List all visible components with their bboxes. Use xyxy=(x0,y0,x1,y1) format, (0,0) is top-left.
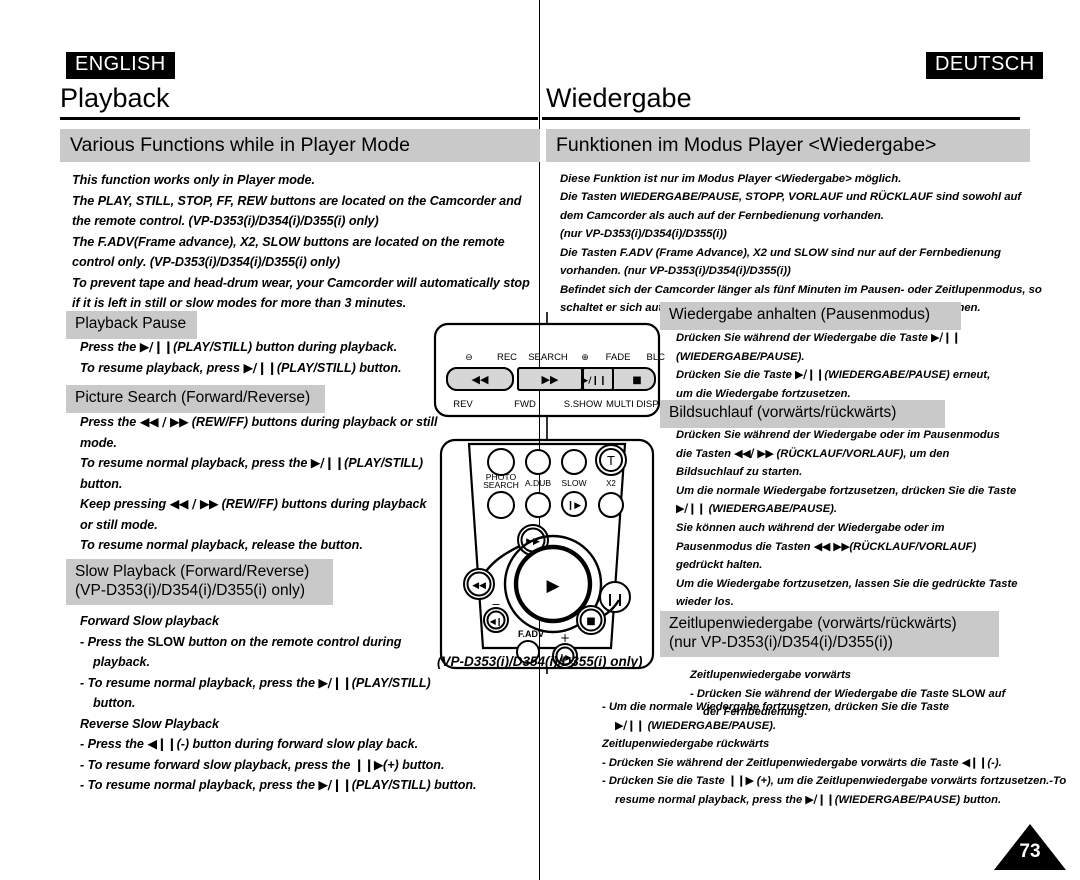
intro-paragraph-english: This function works only in Player mode.… xyxy=(72,173,530,311)
play-still-icon: ▶/❙❙ xyxy=(676,502,706,516)
zeitlupe-vorwaerts-heading: Zeitlupenwiedergabe vorwärts xyxy=(690,669,852,681)
rev-label: REV xyxy=(453,399,473,410)
language-tag-english: ENGLISH xyxy=(66,52,175,79)
reverse-slow-icon: ◀❙❙ xyxy=(961,755,988,769)
subsection-title-slow-playback: Slow Playback (Forward/Reverse) (VP-D353… xyxy=(66,559,333,606)
list-item: - Press the ◀❙❙(-) button during forward… xyxy=(80,736,419,752)
multi-disp-label: MULTI DISP. xyxy=(606,399,660,410)
list-item: - To resume forward slow playback, press… xyxy=(80,756,445,772)
forward-slow-heading: Forward Slow playback xyxy=(80,614,219,628)
play-still-icon: ▶/❙❙ xyxy=(794,368,825,382)
forward-slow-icon: ❙❙▶ xyxy=(353,756,384,772)
rew-ff-icon: ◀◀ / ▶▶ xyxy=(169,496,219,512)
list-item: - To resume normal playback, press the ▶… xyxy=(80,777,477,793)
list-item: - Drücken Sie während der Zeitlupenwiede… xyxy=(602,755,1002,769)
adub-label: A.DUB xyxy=(525,478,552,488)
rew-ff-icon: ◀◀ / ▶▶ xyxy=(139,414,189,429)
subsection-title-zeitlupenwiedergabe: Zeitlupenwiedergabe (vorwärts/rückwärts)… xyxy=(660,611,999,658)
playback-pause-body: Press the ▶/❙❙(PLAY/STILL) button during… xyxy=(80,339,402,375)
slow-playback-body: Forward Slow playback - Press the SLOW b… xyxy=(80,611,480,796)
slow-play-icon: ❙▶ xyxy=(567,501,582,511)
subsection-title-wiedergabe-anhalten: Wiedergabe anhalten (Pausenmodus) xyxy=(660,302,961,330)
adub-button xyxy=(525,449,551,475)
rev-button-icon: ◀◀ xyxy=(472,373,489,386)
manual-page: ENGLISH Playback Various Functions while… xyxy=(0,0,1080,880)
sshow-label: S.SHOW xyxy=(564,399,603,410)
x2-button xyxy=(598,492,624,518)
subsection-title-bildsuchlauf: Bildsuchlauf (vorwärts/rückwärts) xyxy=(660,400,945,428)
bildsuchlauf-body: Drücken Sie während der Wiedergabe oder … xyxy=(676,429,1018,609)
play-still-icon: ▶/❙❙ xyxy=(931,331,961,344)
list-item: - Press the SLOW button on the remote co… xyxy=(80,634,402,649)
section-title-german: Funktionen im Modus Player <Wiedergabe> xyxy=(546,129,1030,163)
fwd-label: FWD xyxy=(514,399,536,410)
header-rule-right xyxy=(542,117,1020,120)
fadv-label: F.ADV xyxy=(518,629,544,639)
photo-search-label-2: SEARCH xyxy=(483,480,519,490)
chapter-title-german: Wiedergabe xyxy=(546,83,692,113)
adub-button-2 xyxy=(525,492,551,518)
play-still-icon: ▶/❙❙ xyxy=(615,718,645,732)
list-item: - To resume normal playback, press the ▶… xyxy=(80,674,431,690)
play-button-icon: ▶ xyxy=(546,576,560,596)
fwd-button-icon: ▶▶ xyxy=(542,373,559,386)
sshow-button-icon: ▶/❙❙ xyxy=(581,376,606,386)
play-still-icon: ▶/❙❙ xyxy=(243,359,277,375)
page-number-badge: 73 xyxy=(994,824,1066,870)
rec-search-label-top2: SEARCH xyxy=(528,352,568,363)
forward-slow-icon: ❙❙▶ xyxy=(727,774,754,788)
zeitlupe-rueckwaerts-heading: Zeitlupenwiedergabe rückwärts xyxy=(602,738,770,751)
play-still-icon: ▶/❙❙ xyxy=(318,777,352,793)
zoom-wide-icon: ◀❙ xyxy=(490,617,503,626)
remote-diagram-caption: (VP-D353(i)/D354(i)/D355(i) only) xyxy=(437,654,643,669)
list-item: - Drücken Sie die Taste ❙❙▶ (+), um die … xyxy=(602,774,1067,788)
play-still-icon: ▶/❙❙ xyxy=(318,674,352,690)
tele-label: T xyxy=(607,453,615,468)
remote-control-diagram: ⊖ REC SEARCH ⊕ FADE BLC ◀◀ ▶▶ ▶/❙❙ ■ REV… xyxy=(425,312,669,680)
intro-paragraph-german: Diese Funktion ist nur im Modus Player <… xyxy=(560,173,1042,315)
slow-button-top xyxy=(561,449,587,475)
blc-label: BLC xyxy=(647,352,666,363)
rew-button-icon: ◀◀ xyxy=(472,581,486,591)
play-still-icon: ▶/❙❙ xyxy=(805,792,835,806)
photo-search-button-2 xyxy=(487,491,515,519)
wiedergabe-anhalten-body: Drücken Sie während der Wiedergabe die T… xyxy=(676,331,991,400)
stop-button-icon: ■ xyxy=(586,616,595,627)
x2-label: X2 xyxy=(606,479,616,488)
subsection-title-playback-pause: Playback Pause xyxy=(66,311,197,339)
rew-ff-icon: ◀◀/ ▶▶ xyxy=(734,446,774,460)
play-still-icon: ▶/❙❙ xyxy=(310,455,345,471)
zoom-in-label: + xyxy=(560,631,570,645)
reverse-slow-heading: Reverse Slow Playback xyxy=(80,716,219,731)
header-rule-left xyxy=(60,117,538,120)
chapter-title-english: Playback xyxy=(60,83,170,113)
subsection-title-picture-search: Picture Search (Forward/Reverse) xyxy=(66,385,325,413)
page-number-text: 73 xyxy=(1019,841,1041,862)
multi-disp-button-icon: ■ xyxy=(632,375,641,386)
language-tag-german: DEUTSCH xyxy=(926,52,1044,79)
fade-label: FADE xyxy=(606,352,631,363)
zeitlupenwiedergabe-tail: - Um die normale Wiedergabe fortzusetzen… xyxy=(602,701,1067,806)
reverse-slow-icon: ◀❙❙ xyxy=(147,736,177,752)
rec-search-minus-icon: ⊖ xyxy=(465,352,473,362)
play-still-icon: ▶/❙❙ xyxy=(139,339,174,354)
rec-search-label-top: REC xyxy=(497,352,517,363)
slow-label: SLOW xyxy=(561,478,587,488)
section-title-english: Various Functions while in Player Mode xyxy=(60,129,540,163)
rec-search-plus-icon: ⊕ xyxy=(581,352,589,362)
picture-search-body: Press the ◀◀ / ▶▶ (REW/FF) buttons durin… xyxy=(80,414,438,553)
rew-ff-icon: ◀◀ ▶▶ xyxy=(813,539,850,553)
